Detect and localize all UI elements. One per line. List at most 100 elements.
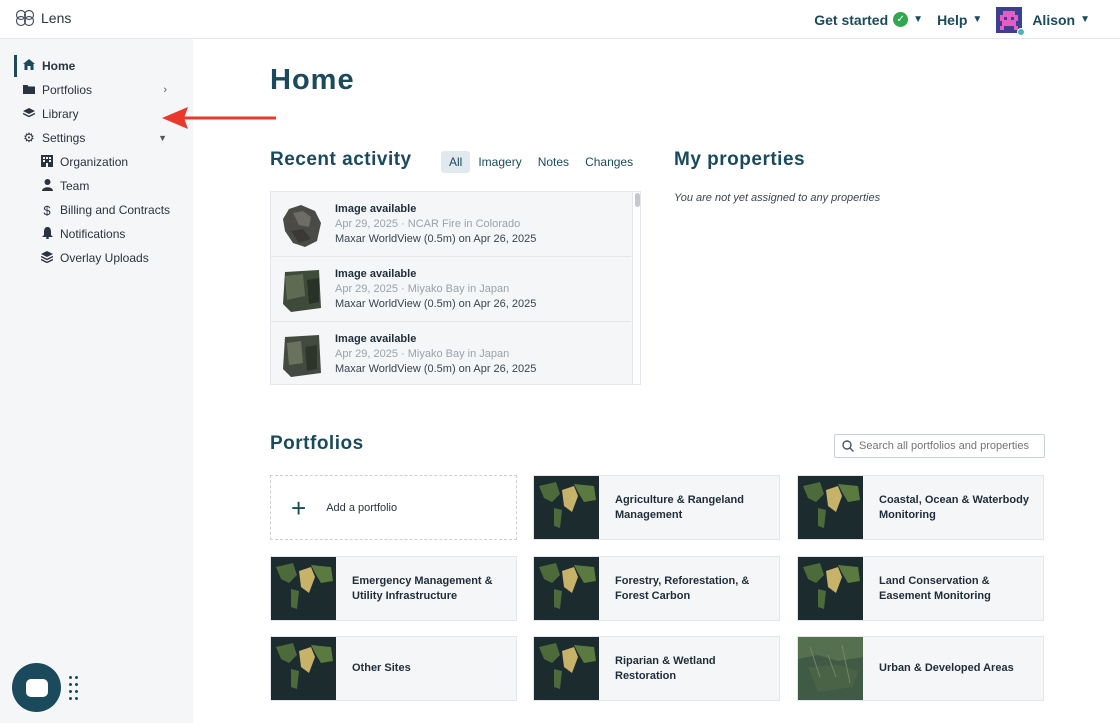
sidebar-item-home[interactable]: Home	[22, 55, 75, 77]
plus-icon: +	[291, 492, 307, 523]
portfolio-card[interactable]: Other Sites	[270, 636, 517, 701]
portfolio-card[interactable]: Land Conservation & Easement Monitoring	[797, 556, 1044, 621]
activity-scrollbar[interactable]	[632, 192, 640, 384]
world-map-thumbnail	[534, 557, 599, 620]
portfolio-card-label: Riparian & Wetland Restoration	[615, 654, 716, 682]
sidebar-item-organization[interactable]: Organization	[40, 151, 128, 173]
fire-image-thumbnail	[283, 205, 321, 247]
help-menu[interactable]: Help ▼	[937, 12, 982, 28]
dollar-icon: $	[43, 202, 51, 218]
world-map-thumbnail	[798, 476, 863, 539]
portfolio-card-label: Land Conservation & Easement Monitoring	[879, 574, 991, 602]
portfolio-card-label: Other Sites	[352, 662, 411, 674]
activity-detail: Maxar WorldView (0.5m) on Apr 26, 2025	[335, 233, 537, 245]
search-input[interactable]	[859, 440, 1039, 452]
portfolio-card[interactable]: Agriculture & Rangeland Management	[533, 475, 780, 540]
chevron-down-icon: ▼	[972, 14, 983, 25]
chat-bubble-icon	[25, 678, 48, 697]
page-title: Home	[270, 64, 355, 96]
chevron-down-icon: ▼	[913, 14, 924, 25]
chevron-down-icon[interactable]: ▼	[158, 133, 167, 143]
layers-upload-icon	[40, 250, 54, 266]
bay-image-thumbnail	[283, 335, 321, 377]
world-map-thumbnail	[534, 637, 599, 700]
list-item[interactable]: Image available Apr 29, 2025 · NCAR Fire…	[271, 192, 631, 257]
app-name: Lens	[41, 10, 72, 26]
sidebar-item-label: Team	[60, 179, 90, 193]
folder-icon	[22, 84, 36, 97]
top-bar: Lens Get started ✓ ▼ Help ▼ Alison ▼	[0, 0, 1120, 39]
filter-tab-all[interactable]: All	[441, 151, 471, 173]
activity-title: Image available	[335, 203, 417, 215]
app-logo[interactable]: Lens	[15, 9, 71, 27]
portfolio-card[interactable]: Forestry, Reforestation, & Forest Carbon	[533, 556, 780, 621]
stack-icon	[22, 107, 36, 121]
portfolio-card-label: Forestry, Reforestation, & Forest Carbon	[615, 574, 750, 602]
filter-tab-imagery[interactable]: Imagery	[470, 151, 529, 173]
sidebar-item-billing[interactable]: $ Billing and Contracts	[40, 199, 170, 221]
check-circle-icon: ✓	[893, 12, 909, 27]
active-indicator	[14, 55, 17, 77]
person-icon	[40, 178, 54, 194]
add-portfolio-button[interactable]: + Add a portfolio	[270, 475, 517, 540]
help-label: Help	[937, 11, 968, 28]
activity-subtitle: Apr 29, 2025 · Miyako Bay in Japan	[335, 283, 510, 295]
online-status-dot	[1017, 27, 1026, 36]
scrollbar-thumb[interactable]	[635, 193, 640, 207]
get-started-label: Get started	[814, 11, 889, 28]
annotation-arrow	[162, 107, 276, 129]
portfolio-card[interactable]: Riparian & Wetland Restoration	[533, 636, 780, 701]
portfolio-card-label: Urban & Developed Areas	[879, 662, 1014, 674]
activity-filter-tabs: All Imagery Notes Changes	[441, 151, 641, 173]
portfolio-search[interactable]	[834, 434, 1045, 458]
bay-image-thumbnail	[283, 270, 321, 312]
world-map-thumbnail	[534, 476, 599, 539]
drag-handle-icon[interactable]	[69, 676, 79, 702]
sidebar-item-label: Organization	[60, 155, 129, 169]
avatar	[996, 6, 1026, 36]
filter-tab-changes[interactable]: Changes	[577, 151, 641, 173]
recent-activity-list[interactable]: Image available Apr 29, 2025 · NCAR Fire…	[270, 191, 641, 385]
portfolio-card-label: Emergency Management & Utility Infrastru…	[352, 574, 493, 602]
portfolios-heading: Portfolios	[270, 433, 364, 454]
chevron-right-icon[interactable]: ›	[163, 84, 167, 96]
filter-tab-notes[interactable]: Notes	[530, 151, 577, 173]
world-map-thumbnail	[798, 557, 863, 620]
get-started-menu[interactable]: Get started ✓ ▼	[814, 12, 923, 28]
portfolio-card-label: Agriculture & Rangeland Management	[615, 493, 744, 521]
sidebar: Home Portfolios › Library ⚙ Settings ▼ O…	[0, 39, 193, 723]
recent-activity-heading: Recent activity	[270, 149, 412, 170]
list-item[interactable]: Image available Apr 29, 2025 · Miyako Ba…	[271, 322, 631, 384]
activity-subtitle: Apr 29, 2025 · Miyako Bay in Japan	[335, 348, 510, 360]
list-item[interactable]: Image available Apr 29, 2025 · Miyako Ba…	[271, 257, 631, 322]
building-icon	[40, 154, 54, 170]
user-menu[interactable]: Alison ▼	[996, 6, 1090, 36]
portfolio-card[interactable]: Urban & Developed Areas	[797, 636, 1044, 701]
chat-launcher-button[interactable]	[12, 663, 61, 712]
sidebar-item-label: Notifications	[60, 227, 126, 241]
sidebar-item-label: Library	[42, 107, 79, 121]
search-icon	[842, 440, 854, 452]
sidebar-item-library[interactable]: Library	[22, 103, 79, 125]
sidebar-item-label: Billing and Contracts	[60, 203, 171, 217]
sidebar-item-portfolios[interactable]: Portfolios ›	[22, 79, 193, 101]
sidebar-item-overlay-uploads[interactable]: Overlay Uploads	[40, 247, 149, 269]
sidebar-item-label: Overlay Uploads	[60, 251, 149, 265]
activity-detail: Maxar WorldView (0.5m) on Apr 26, 2025	[335, 363, 537, 375]
portfolio-card[interactable]: Coastal, Ocean & Waterbody Monitoring	[797, 475, 1044, 540]
portfolio-card-label: Coastal, Ocean & Waterbody Monitoring	[879, 493, 1029, 521]
activity-title: Image available	[335, 268, 417, 280]
lens-logo-icon	[15, 9, 35, 27]
user-name: Alison	[1032, 11, 1076, 28]
gear-icon: ⚙	[23, 130, 35, 145]
sidebar-item-label: Portfolios	[42, 83, 93, 97]
add-portfolio-label: Add a portfolio	[326, 501, 398, 514]
world-map-thumbnail	[271, 637, 336, 700]
sidebar-item-team[interactable]: Team	[40, 175, 89, 197]
sidebar-item-label: Home	[42, 59, 76, 73]
sidebar-item-notifications[interactable]: Notifications	[40, 223, 125, 245]
bell-icon	[40, 226, 54, 242]
portfolio-card[interactable]: Emergency Management & Utility Infrastru…	[270, 556, 517, 621]
sidebar-item-label: Settings	[42, 131, 86, 145]
activity-title: Image available	[335, 333, 417, 345]
